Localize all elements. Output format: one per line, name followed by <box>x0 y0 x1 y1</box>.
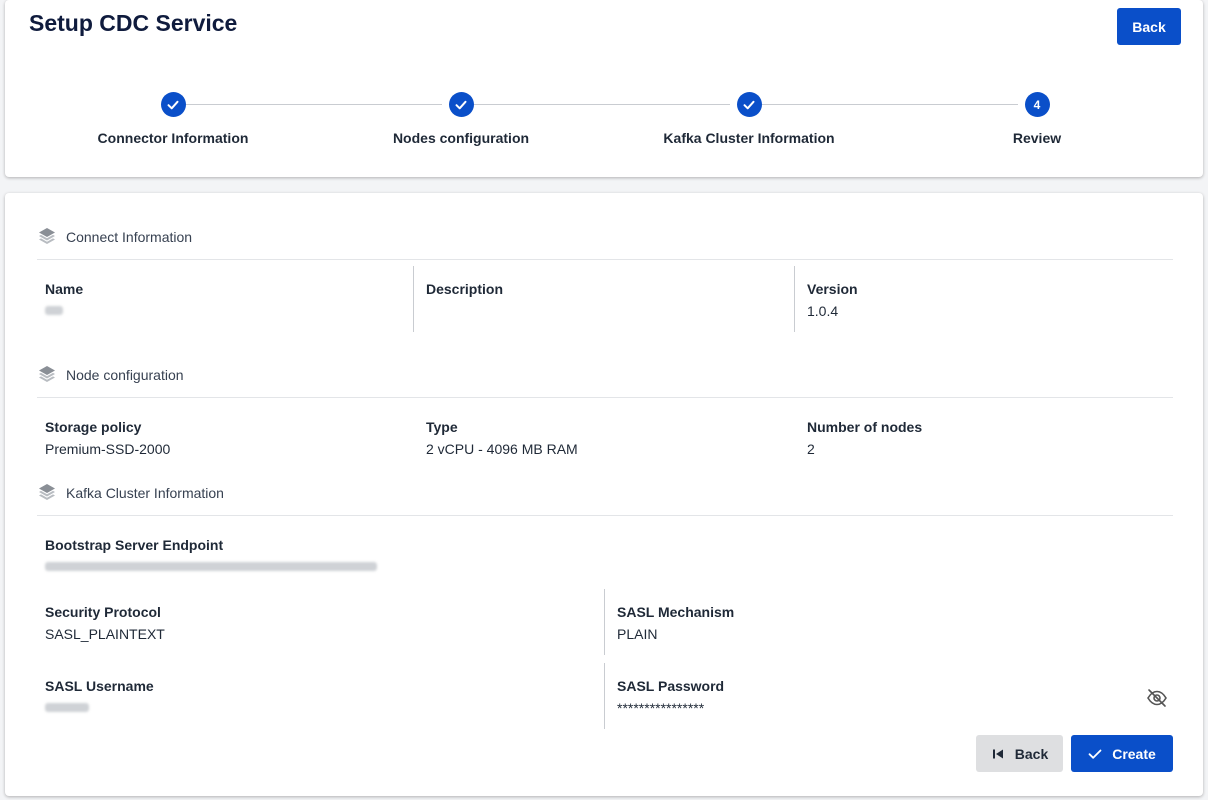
create-button[interactable]: Create <box>1071 735 1173 772</box>
field-label: Type <box>426 419 458 435</box>
field-number-of-nodes: Number of nodes 2 <box>807 419 922 457</box>
column-divider <box>604 663 605 729</box>
step-label: Kafka Cluster Information <box>663 130 835 146</box>
step-label: Review <box>1012 130 1062 146</box>
check-icon <box>1088 749 1102 759</box>
column-divider <box>604 589 605 655</box>
column-divider <box>794 266 795 332</box>
layers-icon <box>39 484 55 500</box>
review-card: Connect Information Name Description Ver… <box>5 193 1203 796</box>
step-connector-information[interactable]: Connector Information <box>73 92 273 146</box>
section-title: Connect Information <box>66 229 193 245</box>
field-sasl-username: SASL Username <box>45 678 154 717</box>
field-sasl-mechanism: SASL Mechanism PLAIN <box>617 604 734 642</box>
back-button-label: Back <box>1014 745 1049 762</box>
section-connect-information: Connect Information <box>37 228 1173 260</box>
redacted-value <box>45 306 63 315</box>
field-value: PLAIN <box>617 626 658 642</box>
section-title: Node configuration <box>66 367 184 383</box>
field-label: SASL Mechanism <box>617 604 735 620</box>
field-label: SASL Username <box>45 678 154 694</box>
page-title: Setup CDC Service <box>29 10 238 36</box>
field-label: Bootstrap Server Endpoint <box>45 537 224 553</box>
field-security-protocol: Security Protocol SASL_PLAINTEXT <box>45 604 165 642</box>
toggle-password-visibility[interactable] <box>1145 686 1169 710</box>
back-button[interactable]: Back <box>976 735 1063 772</box>
field-value: 2 <box>807 441 815 457</box>
stepper: Connector Information Nodes configuratio… <box>5 92 1203 162</box>
field-name: Name <box>45 281 83 320</box>
field-label: SASL Password <box>617 678 725 694</box>
field-label: Security Protocol <box>45 604 161 620</box>
field-value: SASL_PLAINTEXT <box>45 626 165 642</box>
eye-off-icon <box>1147 689 1167 707</box>
column-divider <box>413 266 414 332</box>
layers-icon <box>39 228 55 244</box>
field-label: Number of nodes <box>807 419 923 435</box>
redacted-value <box>45 562 377 571</box>
step-kafka-cluster-information[interactable]: Kafka Cluster Information <box>649 92 849 146</box>
field-label: Version <box>807 281 858 297</box>
field-label: Name <box>45 281 84 297</box>
field-description: Description <box>426 281 503 303</box>
field-value: Premium-SSD-2000 <box>45 441 171 457</box>
step-nodes-configuration[interactable]: Nodes configuration <box>361 92 561 146</box>
layers-icon <box>39 366 55 382</box>
field-version: Version 1.0.4 <box>807 281 858 319</box>
field-value: 1.0.4 <box>807 303 839 319</box>
check-icon <box>160 92 186 117</box>
step-label: Nodes configuration <box>392 130 530 146</box>
step-number: 4 <box>1024 92 1050 117</box>
section-title: Kafka Cluster Information <box>66 485 224 501</box>
step-review[interactable]: 4 Review <box>937 92 1137 146</box>
redacted-value <box>45 703 89 712</box>
field-label: Description <box>426 281 504 297</box>
field-value: **************** <box>617 700 705 716</box>
field-label: Storage policy <box>45 419 142 435</box>
field-sasl-password: SASL Password **************** <box>617 678 724 716</box>
check-icon <box>736 92 762 117</box>
check-icon <box>448 92 474 117</box>
section-node-configuration: Node configuration <box>37 366 1173 398</box>
create-button-label: Create <box>1112 745 1156 762</box>
field-type: Type 2 vCPU - 4096 MB RAM <box>426 419 578 457</box>
field-storage-policy: Storage policy Premium-SSD-2000 <box>45 419 170 457</box>
field-bootstrap-server-endpoint: Bootstrap Server Endpoint <box>45 537 377 576</box>
section-kafka-cluster-information: Kafka Cluster Information <box>37 484 1173 516</box>
back-button-top[interactable]: Back <box>1117 8 1181 45</box>
skip-previous-icon <box>992 749 1003 758</box>
field-value: 2 vCPU - 4096 MB RAM <box>426 441 578 457</box>
step-label: Connector Information <box>97 130 249 146</box>
stepper-card: Setup CDC Service Back Connector Informa… <box>5 0 1203 177</box>
